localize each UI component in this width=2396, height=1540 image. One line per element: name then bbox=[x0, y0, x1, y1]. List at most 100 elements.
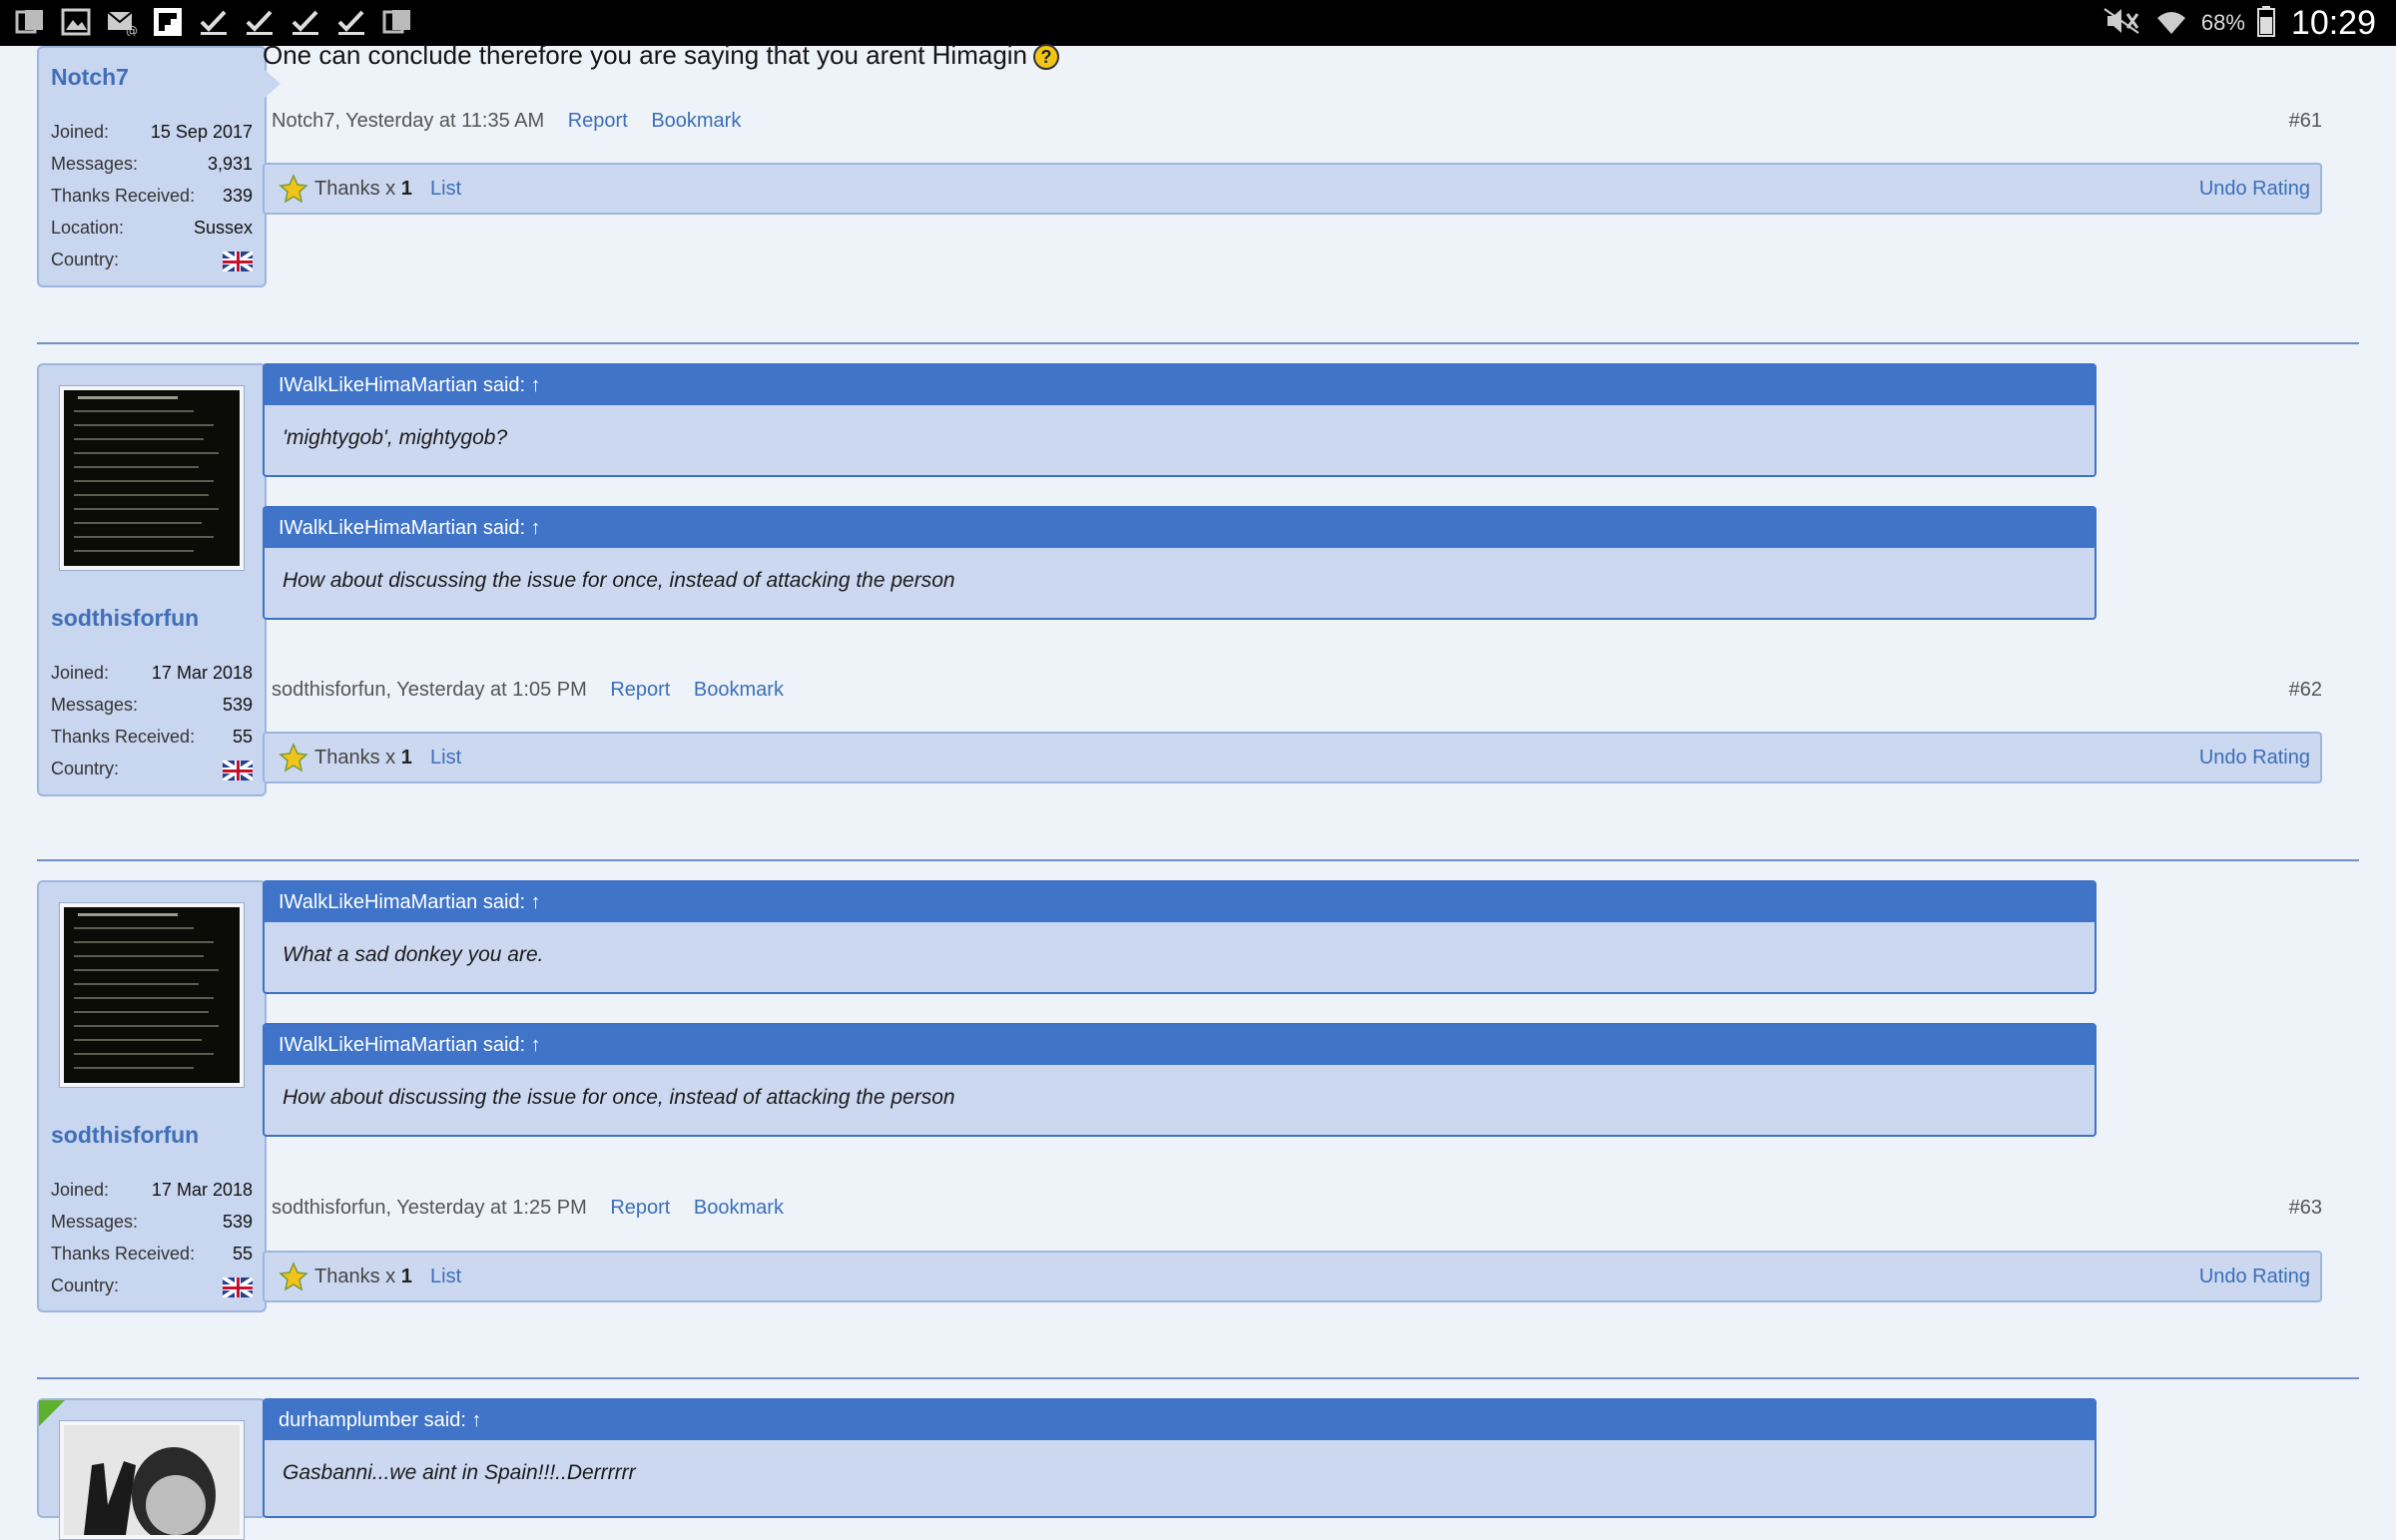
gallery-icon bbox=[14, 6, 46, 38]
system-status: 68% 10:29 bbox=[2101, 0, 2376, 46]
mute-icon bbox=[2101, 6, 2141, 41]
stat-messages: Messages: 539 bbox=[51, 1212, 253, 1236]
rating-list-link[interactable]: List bbox=[430, 165, 461, 213]
rating-bar: Thanks x 1 List Undo Rating bbox=[263, 732, 2322, 783]
battery-percent: 68% bbox=[2200, 10, 2245, 35]
uk-flag-icon bbox=[223, 1278, 253, 1297]
svg-text:@: @ bbox=[126, 24, 138, 36]
bookmark-link[interactable]: Bookmark bbox=[694, 679, 784, 701]
stat-label: Joined: bbox=[51, 663, 110, 683]
stat-joined: Joined: 17 Mar 2018 bbox=[51, 1180, 253, 1204]
post-number[interactable]: #62 bbox=[2289, 675, 2322, 705]
confused-smiley-icon: ? bbox=[1033, 44, 1060, 71]
stat-thanks: Thanks Received: 339 bbox=[51, 186, 253, 210]
quote-header[interactable]: IWalkLikeHimaMartian said: ↑ bbox=[265, 365, 2095, 405]
quote-body: What a sad donkey you are. bbox=[283, 943, 544, 966]
report-link[interactable]: Report bbox=[610, 1197, 670, 1219]
avatar[interactable] bbox=[59, 1420, 245, 1540]
stat-label: Country: bbox=[51, 250, 120, 269]
thanks-label: Thanks x bbox=[314, 747, 401, 769]
stat-joined: Joined: 15 Sep 2017 bbox=[51, 122, 253, 146]
wifi-icon bbox=[2153, 6, 2189, 41]
quote-block: IWalkLikeHimaMartian said: ↑ How about d… bbox=[263, 1023, 2096, 1137]
stat-label: Country: bbox=[51, 759, 120, 778]
image-icon bbox=[60, 6, 92, 38]
stat-value: 339 bbox=[222, 186, 253, 206]
post-separator bbox=[37, 342, 2359, 344]
check-icon bbox=[290, 6, 321, 38]
stat-value: 539 bbox=[222, 1212, 253, 1232]
post-number[interactable]: #63 bbox=[2289, 1193, 2322, 1223]
stat-value: 17 Mar 2018 bbox=[151, 663, 253, 683]
post-message: One can conclude therefore you are sayin… bbox=[263, 40, 1060, 71]
thanks-count: Thanks x 1 bbox=[314, 1253, 412, 1300]
thanks-star-icon bbox=[279, 743, 308, 772]
bookmark-link[interactable]: Bookmark bbox=[651, 110, 741, 132]
rating-bar: Thanks x 1 List Undo Rating bbox=[263, 163, 2322, 215]
gallery-icon bbox=[381, 6, 413, 38]
quote-header[interactable]: IWalkLikeHimaMartian said: ↑ bbox=[265, 508, 2095, 548]
avatar-image bbox=[64, 1425, 240, 1535]
undo-rating-link[interactable]: Undo Rating bbox=[2199, 734, 2310, 781]
post-separator bbox=[37, 859, 2359, 861]
user-panel: Notch7 Joined: 15 Sep 2017 Messages: 3,931… bbox=[37, 46, 281, 287]
report-link[interactable]: Report bbox=[610, 679, 670, 701]
thanks-star-icon bbox=[279, 174, 308, 204]
stat-country: Country: bbox=[51, 250, 253, 273]
post-text: One can conclude therefore you are sayin… bbox=[263, 40, 1028, 70]
stat-value: 539 bbox=[222, 695, 253, 715]
stat-value: Sussex bbox=[193, 218, 253, 238]
stat-country: Country: bbox=[51, 1276, 253, 1299]
username-link[interactable]: sodthisforfun bbox=[51, 605, 199, 632]
username-link[interactable]: Notch7 bbox=[51, 64, 129, 91]
thanks-number: 1 bbox=[400, 178, 412, 200]
post-author-date[interactable]: sodthisforfun, Yesterday at 1:25 PM bbox=[272, 1197, 587, 1219]
undo-rating-link[interactable]: Undo Rating bbox=[2199, 1253, 2310, 1300]
quote-header[interactable]: IWalkLikeHimaMartian said: ↑ bbox=[265, 1025, 2095, 1065]
rating-list-link[interactable]: List bbox=[430, 734, 461, 781]
stat-label: Messages: bbox=[51, 1212, 139, 1232]
stat-label: Joined: bbox=[51, 122, 110, 142]
username-link[interactable]: sodthisforfun bbox=[51, 1122, 199, 1149]
stat-label: Thanks Received: bbox=[51, 1244, 196, 1264]
quote-header[interactable]: IWalkLikeHimaMartian said: ↑ bbox=[265, 882, 2095, 922]
quote-header[interactable]: durhamplumber said: ↑ bbox=[265, 1400, 2095, 1440]
mail-icon: @ bbox=[106, 6, 138, 38]
stat-value: 55 bbox=[232, 1244, 253, 1264]
bookmark-link[interactable]: Bookmark bbox=[694, 1197, 784, 1219]
stat-label: Messages: bbox=[51, 695, 139, 715]
uk-flag-icon bbox=[223, 252, 253, 271]
stat-label: Joined: bbox=[51, 1180, 110, 1200]
post-author-date[interactable]: sodthisforfun, Yesterday at 1:05 PM bbox=[272, 679, 587, 701]
post-author-date[interactable]: Notch7, Yesterday at 11:35 AM bbox=[272, 110, 544, 132]
undo-rating-link[interactable]: Undo Rating bbox=[2199, 165, 2310, 213]
clock: 10:29 bbox=[2290, 3, 2376, 42]
avatar-image bbox=[64, 390, 240, 566]
check-icon bbox=[244, 6, 276, 38]
thanks-number: 1 bbox=[400, 1266, 412, 1287]
avatar[interactable] bbox=[59, 385, 245, 571]
panel-arrow bbox=[265, 70, 281, 98]
rating-list-link[interactable]: List bbox=[430, 1253, 461, 1300]
user-panel: sodthisforfun Joined: 17 Mar 2018 Message… bbox=[37, 363, 281, 796]
quote-body: How about discussing the issue for once,… bbox=[283, 1086, 955, 1109]
thanks-label: Thanks x bbox=[314, 178, 401, 200]
report-link[interactable]: Report bbox=[568, 110, 628, 132]
avatar[interactable] bbox=[59, 902, 245, 1088]
check-icon bbox=[198, 6, 230, 38]
stat-label: Thanks Received: bbox=[51, 727, 196, 747]
check-icon bbox=[335, 6, 367, 38]
quote-body: Gasbanni...we aint in Spain!!!..Derrrrrr bbox=[283, 1461, 636, 1484]
stat-thanks: Thanks Received: 55 bbox=[51, 1244, 253, 1268]
stat-country: Country: bbox=[51, 759, 253, 782]
uk-flag-icon bbox=[223, 761, 253, 780]
notification-icons: @ bbox=[14, 6, 413, 38]
stat-label: Messages: bbox=[51, 154, 139, 174]
quote-body: How about discussing the issue for once,… bbox=[283, 569, 955, 592]
stat-value: 55 bbox=[232, 727, 253, 747]
post-number[interactable]: #61 bbox=[2289, 106, 2322, 136]
stat-value: 17 Mar 2018 bbox=[151, 1180, 253, 1200]
thanks-star-icon bbox=[279, 1262, 308, 1291]
quote-body: 'mightygob', mightygob? bbox=[283, 426, 508, 449]
flipboard-icon bbox=[152, 6, 184, 38]
